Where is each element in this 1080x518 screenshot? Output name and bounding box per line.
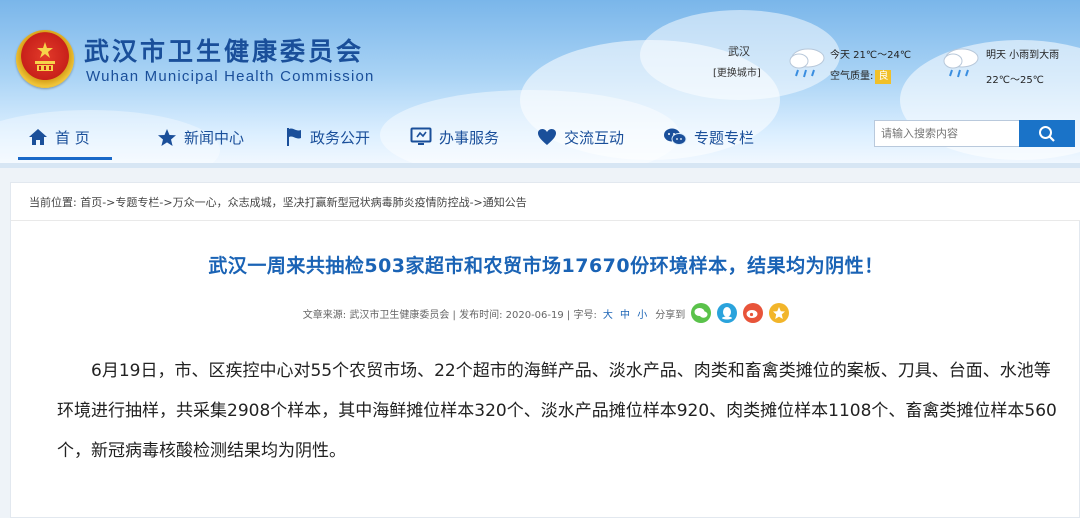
search-input[interactable] <box>874 120 1020 147</box>
nav-item-interaction[interactable]: 交流互动 <box>537 124 624 150</box>
weather-today: 今天 21℃～24℃ <box>830 50 912 61</box>
nav-item-news[interactable]: 新闻中心 <box>157 124 244 150</box>
share-weibo-icon[interactable] <box>743 303 764 323</box>
nav-item-label: 专题专栏 <box>694 128 755 147</box>
breadcrumb[interactable]: 当前位置: 首页->专题专栏->万众一心，众志成城，坚决打赢新型冠状病毒肺炎疫情… <box>11 183 1080 221</box>
share-qzone-icon[interactable] <box>769 303 790 323</box>
rain-cloud-icon <box>940 44 982 88</box>
wechat-icon <box>664 128 687 145</box>
monitor-icon <box>410 127 432 145</box>
nav-item-label: 新闻中心 <box>184 128 245 147</box>
weather-city: 武汉 <box>728 45 750 58</box>
national-emblem-icon[interactable] <box>16 30 74 88</box>
change-city-link[interactable]: [更换城市] <box>713 64 761 79</box>
site-header: 武汉市卫生健康委员会 Wuhan Municipal Health Commis… <box>0 0 1080 168</box>
site-title[interactable]: 武汉市卫生健康委员会 <box>84 32 364 68</box>
font-size-switcher[interactable]: 大 中 小 <box>603 306 649 321</box>
nav-item-gov-affairs[interactable]: 政务公开 <box>285 124 370 150</box>
nav-item-label: 办事服务 <box>439 128 500 147</box>
flag-icon <box>287 128 301 146</box>
air-quality: 空气质量: 良 <box>830 67 892 84</box>
share-wechat-icon[interactable] <box>691 303 712 323</box>
heart-icon <box>538 129 556 145</box>
weather-tomorrow-temp: 22℃～25℃ <box>986 75 1044 86</box>
share-label: 分享到 <box>655 309 686 321</box>
header-divider <box>0 163 1080 168</box>
search-icon <box>1039 125 1055 142</box>
nav-item-label: 交流互动 <box>564 128 625 147</box>
nav-item-special-topics[interactable]: 专题专栏 <box>663 124 754 150</box>
air-quality-badge: 良 <box>875 70 892 84</box>
article-meta: 文章来源: 武汉市卫生健康委员会 | 发布时间: 2020-06-19 | 字号… <box>11 303 1080 323</box>
nav-item-label: 首 页 <box>55 128 90 147</box>
article-source-date: 文章来源: 武汉市卫生健康委员会 | 发布时间: 2020-06-19 | 字号… <box>302 309 597 321</box>
nav-item-home[interactable]: 首 页 <box>18 124 112 160</box>
nav-item-services[interactable]: 办事服务 <box>410 124 499 150</box>
air-quality-label: 空气质量: <box>830 71 874 82</box>
main-nav: 首 页 新闻中心 政务公开 办事服务 交流互动 专题专栏 <box>0 114 860 160</box>
article-panel: 当前位置: 首页->专题专栏->万众一心，众志成城，坚决打赢新型冠状病毒肺炎疫情… <box>10 182 1080 518</box>
nav-item-label: 政务公开 <box>310 128 371 147</box>
article-body: 6月19日，市、区疾控中心对55个农贸市场、22个超市的海鲜产品、淡水产品、肉类… <box>57 351 1057 471</box>
weather-tomorrow: 明天 小雨到大雨 <box>986 50 1060 61</box>
article-title: 武汉一周来共抽检503家超市和农贸市场17670份环境样本，结果均为阴性！ <box>208 255 884 277</box>
article-paragraph: 6月19日，市、区疾控中心对55个农贸市场、22个超市的海鲜产品、淡水产品、肉类… <box>57 361 1057 461</box>
share-qq-icon[interactable] <box>717 303 738 323</box>
home-icon <box>29 129 47 145</box>
star-icon <box>158 128 176 146</box>
rain-cloud-icon <box>786 44 828 88</box>
site-subtitle: Wuhan Municipal Health Commission <box>86 68 375 85</box>
search-button[interactable] <box>1019 120 1075 147</box>
